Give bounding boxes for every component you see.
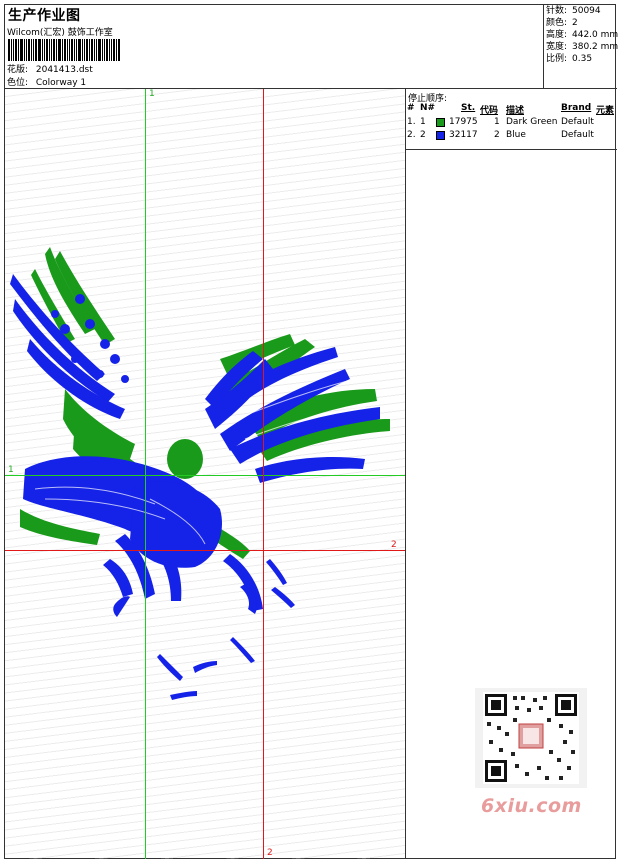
production-sheet: 生产作业图 Wilcom(汇宏) 鼓饰工作室 花版: 2041413.dst 色…: [4, 4, 619, 859]
row-n: 1: [420, 117, 426, 127]
colorway-label: 色位:: [7, 78, 29, 88]
spec-stitches: 针数: 50094: [546, 5, 617, 17]
sheet-title: 生产作业图: [8, 8, 81, 24]
vertical-guide-1-label: 1: [149, 89, 155, 99]
spec-width-value: 380.2 mm: [572, 42, 619, 52]
spec-height-value: 442.0 mm: [572, 30, 619, 40]
spec-colors: 颜色: 2: [546, 17, 617, 29]
watermark: 6xiu.com: [481, 795, 582, 817]
spec-stitches-value: 50094: [572, 6, 601, 16]
vertical-guide-2-label: 2: [267, 848, 273, 858]
row-code: 2: [494, 130, 500, 140]
col-code: 代码: [480, 106, 499, 116]
row-desc: Blue: [506, 130, 526, 140]
col-brand: Brand: [561, 103, 592, 113]
row-hash: 2.: [407, 130, 416, 140]
spec-colors-label: 颜色:: [546, 18, 568, 28]
qr-code-graphic: [483, 692, 579, 784]
sheet-header: 生产作业图 Wilcom(汇宏) 鼓饰工作室 花版: 2041413.dst 色…: [5, 5, 619, 89]
horizontal-guide-1-label: 1: [8, 465, 14, 475]
spec-width-label: 宽度:: [546, 42, 568, 52]
spec-stitches-label: 针数:: [546, 6, 568, 16]
row-code: 1: [494, 117, 500, 127]
spec-colors-value: 2: [572, 18, 578, 28]
eagle-embroidery-artwork: [10, 247, 390, 700]
colorway-row: 色位: Colorway 1: [7, 75, 86, 88]
horizontal-guide-2[interactable]: [5, 550, 405, 551]
stop-sequence-table: 停止顺序: # N# St. 代码 描述 Brand 元素 1. 1 17975…: [406, 89, 617, 150]
header-info: 生产作业图 Wilcom(汇宏) 鼓饰工作室 花版: 2041413.dst 色…: [5, 5, 543, 88]
horizontal-guide-1[interactable]: [5, 475, 405, 476]
col-desc: 描述: [506, 106, 525, 116]
stop-table-header: # N# St. 代码 描述 Brand 元素: [406, 103, 617, 116]
panel-divider: [405, 89, 406, 859]
col-st: St.: [461, 103, 476, 113]
file-label: 花版:: [7, 65, 29, 75]
col-element: 元素: [596, 106, 615, 116]
spec-height-label: 高度:: [546, 30, 568, 40]
color-swatch: [436, 131, 445, 140]
color-swatch: [436, 118, 445, 127]
row-brand: Default: [561, 130, 594, 140]
file-name: 2041413.dst: [35, 65, 93, 75]
design-canvas[interactable]: 1 1 2 2: [5, 89, 405, 859]
vertical-guide-1[interactable]: [145, 89, 146, 859]
row-desc: Dark Green: [506, 117, 558, 127]
col-n: N#: [420, 103, 436, 113]
horizontal-guide-2-label: 2: [391, 540, 397, 550]
col-hash: #: [407, 103, 415, 113]
spec-scale-value: 0.35: [572, 54, 593, 64]
row-n: 2: [420, 130, 426, 140]
table-row[interactable]: 1. 1 17975 1 Dark Green Default: [406, 117, 617, 129]
row-stitches: 32117: [449, 130, 478, 140]
vertical-guide-2[interactable]: [263, 89, 264, 859]
qr-code: [475, 688, 587, 788]
file-row: 花版: 2041413.dst: [7, 62, 93, 75]
spec-height: 高度: 442.0 mm: [546, 29, 619, 41]
row-hash: 1.: [407, 117, 416, 127]
spec-width: 宽度: 380.2 mm: [546, 41, 619, 53]
spec-scale-label: 比例:: [546, 54, 568, 64]
barcode: [8, 39, 143, 61]
spec-scale: 比例: 0.35: [546, 53, 617, 65]
specs-panel: 针数: 50094 颜色: 2 高度: 442.0 mm 宽度: 380.2 mm 比例…: [543, 5, 619, 88]
company-name: Wilcom(汇宏) 鼓饰工作室: [7, 28, 113, 38]
row-stitches: 17975: [449, 117, 478, 127]
table-row[interactable]: 2. 2 32117 2 Blue Default: [406, 130, 617, 142]
row-brand: Default: [561, 117, 594, 127]
colorway-name: Colorway 1: [35, 78, 87, 88]
